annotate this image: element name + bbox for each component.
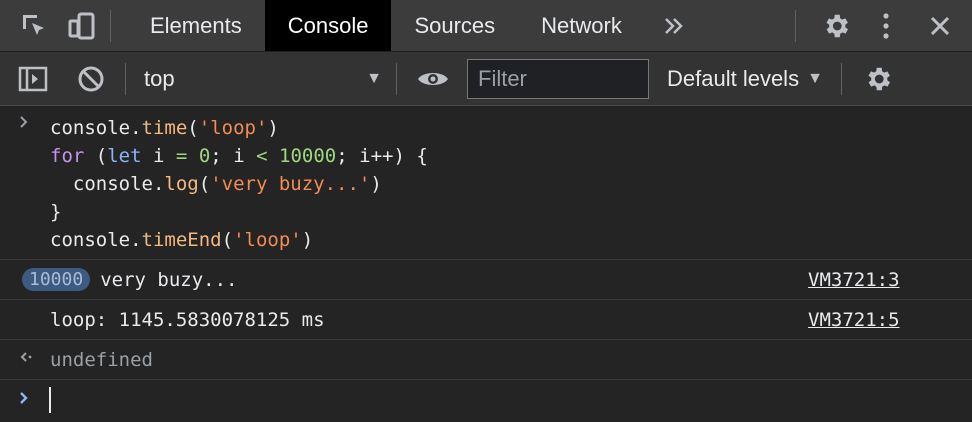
triangle-down-icon: ▼ xyxy=(807,69,823,87)
tab-elements[interactable]: Elements xyxy=(127,0,265,52)
tab-network[interactable]: Network xyxy=(518,0,645,52)
code-block: console.time('loop') for (let i = 0; i < … xyxy=(0,106,972,259)
log-message: loop: 1145.5830078125 ms xyxy=(50,308,325,331)
console-output: console.time('loop') for (let i = 0; i < … xyxy=(0,106,972,419)
close-icon[interactable] xyxy=(920,0,960,52)
code-line: console.timeEnd('loop') xyxy=(50,229,314,251)
levels-label: Default levels xyxy=(667,65,800,91)
inspect-element-icon[interactable] xyxy=(14,0,54,52)
code-line: } xyxy=(50,201,62,223)
console-prompt[interactable] xyxy=(0,380,972,419)
context-selector[interactable]: top ▼ xyxy=(126,59,396,99)
triangle-down-icon: ▼ xyxy=(366,69,382,87)
source-link[interactable]: VM3721:5 xyxy=(808,309,900,331)
console-input-entry: console.time('loop') for (let i = 0; i < … xyxy=(0,106,972,260)
kebab-menu-icon[interactable] xyxy=(866,0,906,52)
repeat-count-badge: 10000 xyxy=(22,268,91,291)
code-line: console.log('very buzy...') xyxy=(72,173,382,195)
text-cursor xyxy=(49,386,51,413)
result-row: undefined xyxy=(0,340,972,380)
console-toolbar: top ▼ Filter Default levels ▼ xyxy=(0,52,972,106)
context-label: top xyxy=(144,65,175,91)
sidebar-toggle-icon[interactable] xyxy=(13,53,53,105)
device-toolbar-icon[interactable] xyxy=(62,0,102,52)
code-line: console.time('loop') xyxy=(50,117,279,139)
divider xyxy=(840,62,842,95)
divider xyxy=(110,10,111,42)
clear-console-icon[interactable] xyxy=(71,53,111,105)
log-row: 10000 very buzy... VM3721:3 xyxy=(0,260,972,300)
return-arrow-icon xyxy=(18,349,34,370)
source-link[interactable]: VM3721:3 xyxy=(808,269,900,291)
gear-icon[interactable] xyxy=(858,53,898,105)
filter-input[interactable]: Filter xyxy=(467,58,649,99)
double-chevron-right-icon[interactable] xyxy=(645,0,703,52)
code-line: for (let i = 0; i < 10000; i++) { xyxy=(50,145,428,167)
chevron-right-icon xyxy=(18,390,30,411)
devtools-tabbar: Elements Console Sources Network xyxy=(0,0,972,52)
divider xyxy=(396,62,397,95)
chevron-right-icon xyxy=(18,114,30,135)
eye-icon[interactable] xyxy=(413,53,453,105)
result-value: undefined xyxy=(50,348,153,371)
log-message: very buzy... xyxy=(100,268,238,291)
tab-sources[interactable]: Sources xyxy=(391,0,518,52)
log-row: loop: 1145.5830078125 ms VM3721:5 xyxy=(0,300,972,340)
divider xyxy=(795,10,796,42)
tab-console[interactable]: Console xyxy=(264,0,392,52)
log-levels-dropdown[interactable]: Default levels ▼ xyxy=(649,66,841,92)
gear-icon[interactable] xyxy=(816,0,856,52)
